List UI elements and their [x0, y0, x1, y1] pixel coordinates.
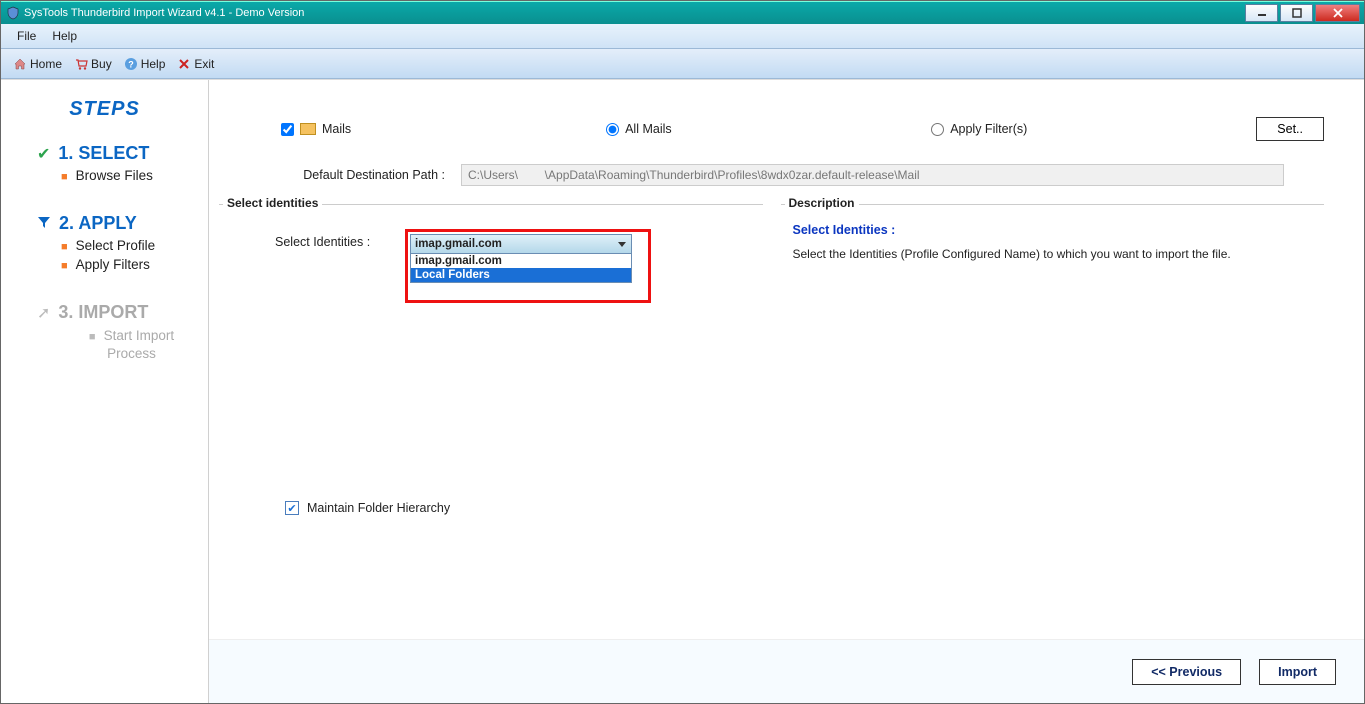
toolbar-buy-label: Buy — [91, 57, 112, 71]
toolbar-help-label: Help — [141, 57, 166, 71]
step-3: ➚ 3. IMPORT — [1, 294, 208, 323]
destination-input[interactable] — [461, 164, 1284, 186]
maintain-row: ✔ Maintain Folder Hierarchy — [209, 483, 1364, 515]
mails-checkbox[interactable] — [281, 123, 294, 136]
mails-label: Mails — [322, 122, 351, 136]
footer: << Previous Import — [209, 639, 1364, 703]
sidebar: STEPS ✔ 1. SELECT ■Browse Files 2. APPLY… — [1, 80, 209, 703]
mails-option: Mails — [281, 122, 606, 136]
step-2-label: 2. APPLY — [59, 213, 137, 234]
check-icon: ✔ — [37, 144, 50, 164]
previous-button[interactable]: << Previous — [1132, 659, 1241, 685]
combo-dropdown: imap.gmail.com Local Folders — [410, 254, 632, 283]
steps-title: STEPS — [1, 98, 208, 121]
toolbar-exit-label: Exit — [194, 57, 214, 71]
identities-combobox[interactable]: imap.gmail.com imap.gmail.com Local Fold… — [410, 234, 646, 283]
highlight-box: imap.gmail.com imap.gmail.com Local Fold… — [405, 229, 651, 303]
toolbar-help[interactable]: ? Help — [118, 55, 172, 73]
maintain-checkbox-label[interactable]: ✔ Maintain Folder Hierarchy — [285, 501, 1364, 515]
maintain-checkbox[interactable]: ✔ — [285, 501, 299, 515]
menu-file[interactable]: File — [9, 27, 44, 45]
description-text: Select the Identities (Profile Configure… — [781, 247, 1325, 261]
window-title: SysTools Thunderbird Import Wizard v4.1 … — [24, 7, 1245, 19]
content: Mails All Mails Apply Filter(s) Set.. De… — [209, 80, 1364, 703]
main-area: STEPS ✔ 1. SELECT ■Browse Files 2. APPLY… — [1, 79, 1364, 703]
svg-text:?: ? — [128, 59, 134, 69]
all-mails-radio[interactable] — [606, 123, 619, 136]
all-mails-label: All Mails — [625, 122, 672, 136]
home-icon — [13, 57, 27, 71]
exit-icon — [177, 57, 191, 71]
description-panel: Description Select Identities : Select t… — [781, 204, 1325, 483]
cart-icon — [74, 57, 88, 71]
close-button[interactable] — [1315, 4, 1360, 22]
panels: Select identities Select Identities : im… — [209, 186, 1364, 483]
toolbar: Home Buy ? Help Exit — [1, 49, 1364, 79]
apply-filters-label: Apply Filter(s) — [950, 122, 1027, 136]
set-button[interactable]: Set.. — [1256, 117, 1324, 141]
window-controls — [1245, 4, 1360, 22]
menu-help[interactable]: Help — [44, 27, 85, 45]
step-2: 2. APPLY — [1, 205, 208, 234]
arrow-icon: ➚ — [37, 303, 50, 323]
toolbar-buy[interactable]: Buy — [68, 55, 118, 73]
destination-label: Default Destination Path : — [281, 168, 461, 182]
help-icon: ? — [124, 57, 138, 71]
identities-row: Select Identities : imap.gmail.com imap.… — [219, 223, 763, 303]
sidebar-apply-filters[interactable]: ■Apply Filters — [1, 253, 208, 272]
apply-filters-radio[interactable] — [931, 123, 944, 136]
import-button[interactable]: Import — [1259, 659, 1336, 685]
minimize-button[interactable] — [1245, 4, 1278, 22]
options-row: Mails All Mails Apply Filter(s) Set.. — [209, 116, 1364, 142]
sidebar-select-profile[interactable]: ■Select Profile — [1, 234, 208, 253]
all-mails-option: All Mails — [606, 122, 931, 136]
toolbar-home-label: Home — [30, 57, 62, 71]
combo-item-gmail[interactable]: imap.gmail.com — [411, 254, 631, 268]
toolbar-home[interactable]: Home — [7, 55, 68, 73]
description-title: Select Identities : — [781, 223, 1325, 247]
apply-filters-option: Apply Filter(s) — [931, 122, 1256, 136]
maximize-button[interactable] — [1280, 4, 1313, 22]
select-identities-panel: Select identities Select Identities : im… — [219, 204, 763, 483]
destination-row: Default Destination Path : — [209, 142, 1364, 186]
combo-selected[interactable]: imap.gmail.com — [410, 234, 632, 254]
app-icon — [5, 6, 20, 21]
step-1: ✔ 1. SELECT — [1, 135, 208, 164]
toolbar-exit[interactable]: Exit — [171, 55, 220, 73]
select-identities-legend: Select identities — [223, 196, 322, 210]
step-1-label: 1. SELECT — [58, 143, 149, 164]
folder-icon — [300, 123, 316, 135]
step-3-label: 3. IMPORT — [58, 302, 148, 323]
sidebar-browse-files[interactable]: ■Browse Files — [1, 164, 208, 183]
select-identities-label: Select Identities : — [275, 229, 405, 249]
filter-icon — [37, 215, 51, 232]
maintain-text: Maintain Folder Hierarchy — [307, 501, 450, 515]
menubar: File Help — [1, 24, 1364, 49]
description-legend: Description — [785, 196, 859, 210]
sidebar-start-import: ■Start Import Process — [35, 323, 175, 362]
titlebar: SysTools Thunderbird Import Wizard v4.1 … — [1, 1, 1364, 24]
combo-item-local[interactable]: Local Folders — [411, 268, 631, 282]
